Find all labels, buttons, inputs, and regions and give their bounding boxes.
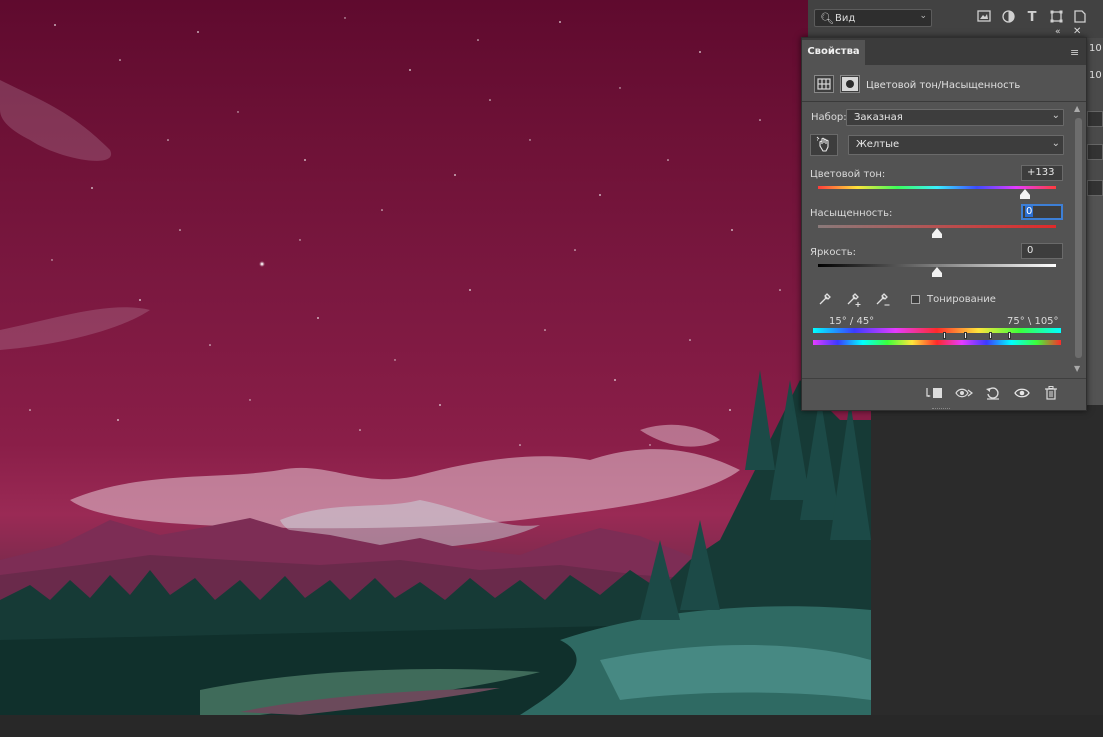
visibility-eye-icon[interactable] [1012, 386, 1032, 404]
colorize-label: Тонирование [927, 294, 996, 305]
panel-scrollbar[interactable]: ▲ ▼ [1073, 104, 1084, 376]
photo-image [0, 17, 871, 715]
trash-icon[interactable] [1041, 386, 1061, 404]
layer-thumbnail[interactable] [1087, 180, 1103, 196]
range-slider-handle[interactable] [964, 332, 967, 339]
adjustment-filter-icon[interactable] [1000, 10, 1016, 26]
fill-value[interactable]: 10 [1089, 70, 1102, 81]
clip-to-layer-icon[interactable] [924, 386, 944, 404]
range-slider-handle[interactable] [989, 332, 992, 339]
layer-thumbnail[interactable] [1087, 144, 1103, 160]
type-filter-icon[interactable]: T [1024, 10, 1040, 26]
lightness-input[interactable]: 0 [1021, 243, 1063, 259]
range-right-label: 75° \ 105° [1007, 316, 1059, 327]
adjustment-header: Цветовой тон/Насыщенность [802, 70, 1086, 100]
eyedropper-icon[interactable] [816, 292, 834, 310]
preset-value: Заказная [854, 112, 903, 123]
smart-object-filter-icon[interactable] [1072, 10, 1088, 26]
kind-filter-dropdown[interactable]: 🔍︎ Вид ⌄ [814, 9, 932, 27]
adjustment-title: Цветовой тон/Насыщенность [866, 80, 1021, 91]
output-color-bar [813, 340, 1061, 345]
eyedropper-add-icon[interactable] [845, 292, 863, 310]
range-slider-handle[interactable] [1008, 332, 1011, 339]
opacity-value[interactable]: 10 [1089, 43, 1102, 54]
saturation-input[interactable]: 0 [1021, 204, 1063, 220]
lightness-label: Яркость: [810, 247, 857, 258]
hue-label: Цветовой тон: [810, 169, 886, 180]
close-icon[interactable]: ✕ [1073, 26, 1081, 37]
range-left-label: 15° / 45° [829, 316, 875, 327]
hue-input[interactable]: +133 [1021, 165, 1063, 181]
channel-dropdown[interactable]: Желтые ⌄ [848, 135, 1064, 155]
scroll-down-icon[interactable]: ▼ [1074, 364, 1080, 373]
preset-label: Набор: [811, 112, 847, 123]
input-color-bar [813, 328, 1061, 333]
layer-thumbnail[interactable] [1087, 111, 1103, 127]
hue-saturation-layer-icon [814, 75, 834, 93]
view-previous-state-icon[interactable] [954, 386, 974, 404]
saturation-value: 0 [1025, 206, 1034, 217]
chevron-down-icon: ⌄ [919, 11, 927, 21]
tab-properties[interactable]: Свойства [802, 40, 865, 66]
properties-panel: Свойства ≡ Цветовой тон/Насыщенность Наб… [801, 37, 1087, 411]
scroll-thumb[interactable] [1075, 118, 1082, 358]
chevron-down-icon: ⌄ [1051, 110, 1060, 121]
range-slider-handle[interactable] [943, 332, 946, 339]
divider [802, 101, 1086, 102]
scroll-up-icon[interactable]: ▲ [1074, 104, 1080, 113]
workspace-background [871, 405, 1103, 715]
document-canvas[interactable] [0, 0, 871, 715]
preset-dropdown[interactable]: Заказная ⌄ [846, 109, 1064, 126]
panel-menu-icon[interactable]: ≡ [1070, 46, 1079, 59]
status-bar-area [0, 715, 1103, 737]
reset-icon[interactable] [983, 386, 1003, 404]
layer-mask-icon[interactable] [840, 75, 860, 93]
image-filter-icon[interactable] [976, 10, 992, 26]
shape-filter-icon[interactable] [1048, 10, 1064, 26]
kind-filter-label: Вид [835, 13, 856, 24]
target-adjustment-tool-icon[interactable] [810, 134, 838, 156]
collapse-panel-icon[interactable]: « [1055, 27, 1061, 37]
chevron-down-icon: ⌄ [1051, 138, 1060, 149]
saturation-label: Насыщенность: [810, 208, 893, 219]
channel-value: Желтые [856, 139, 900, 150]
eyedropper-subtract-icon[interactable] [874, 292, 892, 310]
colorize-checkbox[interactable] [911, 295, 920, 304]
search-icon: 🔍︎ [820, 12, 834, 25]
panel-bottom-bar [802, 378, 1086, 411]
